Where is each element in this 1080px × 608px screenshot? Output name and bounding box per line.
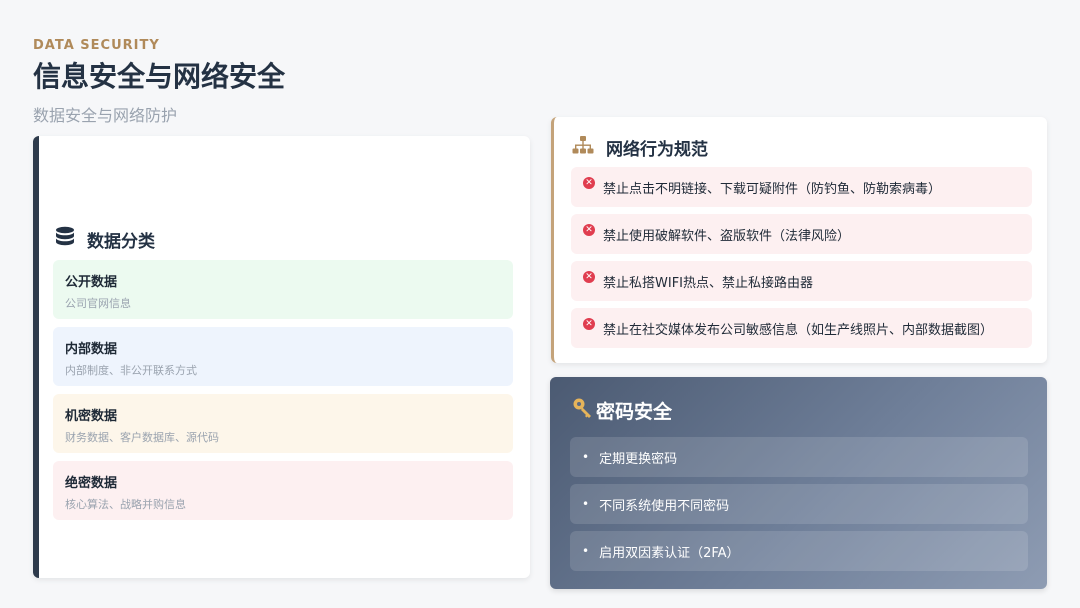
list-item: ✕ 禁止在社交媒体发布公司敏感信息（如生产线照片、内部数据截图） — [571, 308, 1032, 348]
data-classification-header: 数据分类 — [55, 226, 155, 253]
network-rules-card: 网络行为规范 ✕ 禁止点击不明链接、下载可疑附件（防钓鱼、防勒索病毒） ✕ 禁止… — [551, 117, 1047, 363]
data-classification-card: 数据分类 公开数据 公司官网信息 内部数据 内部制度、非公开联系方式 机密数据 … — [33, 136, 530, 578]
list-item: ✕ 禁止使用破解软件、盗版软件（法律风险） — [571, 214, 1032, 254]
rule-text: 禁止私搭WIFI热点、禁止私接路由器 — [603, 275, 813, 291]
classification-item-top-secret: 绝密数据 核心算法、战略并购信息 — [53, 461, 513, 520]
list-item: ✕ 禁止私搭WIFI热点、禁止私接路由器 — [571, 261, 1032, 301]
password-security-header: 密码安全 — [572, 397, 672, 424]
list-item: • 不同系统使用不同密码 — [570, 484, 1028, 524]
rule-text: 禁止使用破解软件、盗版软件（法律风险） — [603, 228, 851, 244]
password-tip: 定期更换密码 — [599, 451, 678, 467]
password-list: • 定期更换密码 • 不同系统使用不同密码 • 启用双因素认证（2FA） — [570, 437, 1028, 578]
network-rules-list: ✕ 禁止点击不明链接、下载可疑附件（防钓鱼、防勒索病毒） ✕ 禁止使用破解软件、… — [571, 167, 1032, 355]
rule-text: 禁止在社交媒体发布公司敏感信息（如生产线照片、内部数据截图） — [603, 322, 994, 338]
classification-desc: 公司官网信息 — [65, 297, 131, 310]
data-classification-title: 数据分类 — [87, 232, 155, 252]
database-icon — [55, 226, 75, 253]
network-icon — [572, 136, 594, 159]
bullet-icon: • — [582, 450, 590, 464]
bullet-icon: • — [582, 544, 590, 558]
classification-item-internal: 内部数据 内部制度、非公开联系方式 — [53, 327, 513, 386]
network-rules-header: 网络行为规范 — [572, 135, 708, 160]
classification-desc: 财务数据、客户数据库、源代码 — [65, 431, 219, 444]
page-title: 信息安全与网络安全 — [33, 60, 286, 93]
password-tip: 不同系统使用不同密码 — [599, 498, 730, 514]
classification-name: 公开数据 — [65, 275, 118, 290]
rule-text: 禁止点击不明链接、下载可疑附件（防钓鱼、防勒索病毒） — [603, 181, 942, 197]
bullet-icon: • — [582, 497, 590, 511]
password-security-card: 密码安全 • 定期更换密码 • 不同系统使用不同密码 • 启用双因素认证（2FA… — [550, 377, 1047, 589]
classification-name: 机密数据 — [65, 409, 118, 424]
eyebrow-label: DATA SECURITY — [33, 38, 160, 53]
error-x-icon: ✕ — [583, 177, 595, 189]
page-subtitle: 数据安全与网络防护 — [33, 106, 178, 125]
classification-desc: 核心算法、战略并购信息 — [65, 498, 186, 511]
password-tip: 启用双因素认证（2FA） — [599, 545, 740, 561]
key-icon — [572, 397, 594, 424]
error-x-icon: ✕ — [583, 224, 595, 236]
classification-desc: 内部制度、非公开联系方式 — [65, 364, 197, 377]
list-item: • 定期更换密码 — [570, 437, 1028, 477]
classification-name: 绝密数据 — [65, 476, 118, 491]
list-item: ✕ 禁止点击不明链接、下载可疑附件（防钓鱼、防勒索病毒） — [571, 167, 1032, 207]
classification-item-confidential: 机密数据 财务数据、客户数据库、源代码 — [53, 394, 513, 453]
error-x-icon: ✕ — [583, 271, 595, 283]
classification-name: 内部数据 — [65, 342, 118, 357]
list-item: • 启用双因素认证（2FA） — [570, 531, 1028, 571]
classification-list: 公开数据 公司官网信息 内部数据 内部制度、非公开联系方式 机密数据 财务数据、… — [53, 260, 513, 528]
password-security-title: 密码安全 — [596, 401, 673, 423]
classification-item-public: 公开数据 公司官网信息 — [53, 260, 513, 319]
error-x-icon: ✕ — [583, 318, 595, 330]
network-rules-title: 网络行为规范 — [606, 140, 708, 160]
